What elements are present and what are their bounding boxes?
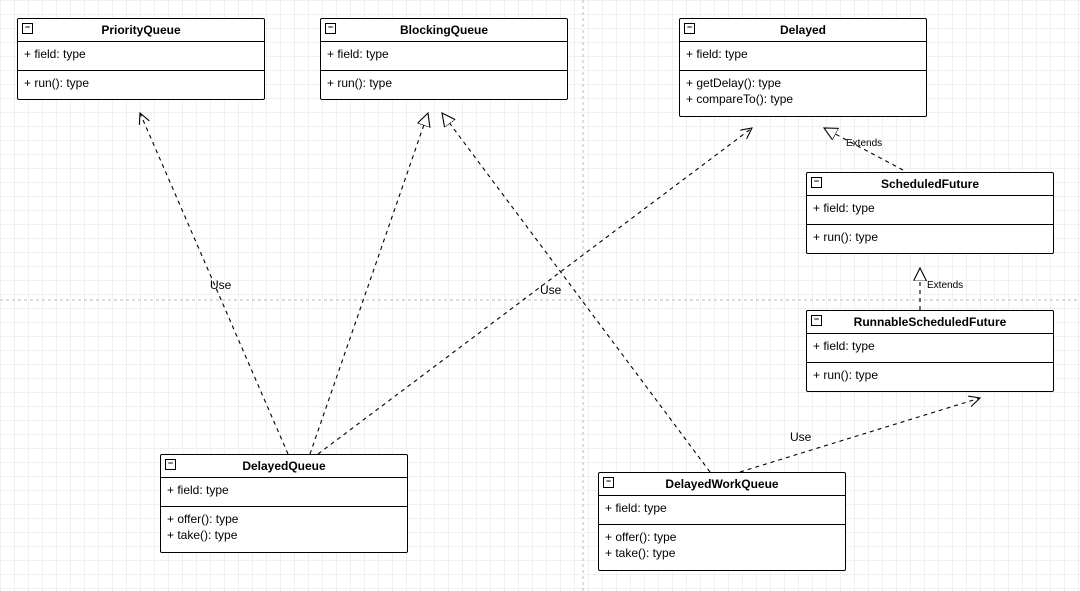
method: + take(): type bbox=[167, 527, 401, 543]
class-title: − RunnableScheduledFuture bbox=[807, 311, 1053, 334]
class-title: − BlockingQueue bbox=[321, 19, 567, 42]
method: + run(): type bbox=[24, 75, 258, 91]
rel-scheduledfuture-delayed bbox=[824, 128, 903, 170]
method: + offer(): type bbox=[167, 511, 401, 527]
collapse-icon[interactable]: − bbox=[603, 477, 614, 488]
class-scheduledfuture[interactable]: − ScheduledFuture + field: type + run():… bbox=[806, 172, 1054, 254]
rel-label-use-3: Use bbox=[790, 430, 811, 444]
method: + run(): type bbox=[327, 75, 561, 91]
class-delayedworkqueue[interactable]: − DelayedWorkQueue + field: type + offer… bbox=[598, 472, 846, 571]
field: + field: type bbox=[167, 482, 401, 498]
class-name: ScheduledFuture bbox=[881, 177, 979, 191]
field: + field: type bbox=[686, 46, 920, 62]
field: + field: type bbox=[813, 338, 1047, 354]
rel-label-extends-1: Extends bbox=[846, 138, 882, 149]
method: + run(): type bbox=[813, 229, 1047, 245]
method: + offer(): type bbox=[605, 529, 839, 545]
class-delayedqueue[interactable]: − DelayedQueue + field: type + offer(): … bbox=[160, 454, 408, 553]
field: + field: type bbox=[24, 46, 258, 62]
rel-delayedworkqueue-blockingqueue bbox=[442, 113, 710, 472]
collapse-icon[interactable]: − bbox=[22, 23, 33, 34]
field: + field: type bbox=[327, 46, 561, 62]
field: + field: type bbox=[605, 500, 839, 516]
rel-delayedqueue-blockingqueue bbox=[310, 113, 428, 454]
rel-delayedqueue-delayed bbox=[318, 128, 752, 454]
collapse-icon[interactable]: − bbox=[165, 459, 176, 470]
method: + take(): type bbox=[605, 545, 839, 561]
class-name: BlockingQueue bbox=[400, 23, 488, 37]
class-runnablescheduledfuture[interactable]: − RunnableScheduledFuture + field: type … bbox=[806, 310, 1054, 392]
field: + field: type bbox=[813, 200, 1047, 216]
rel-label-use-1: Use bbox=[210, 278, 231, 292]
class-blockingqueue[interactable]: − BlockingQueue + field: type + run(): t… bbox=[320, 18, 568, 100]
class-title: − DelayedWorkQueue bbox=[599, 473, 845, 496]
method: + getDelay(): type bbox=[686, 75, 920, 91]
class-name: PriorityQueue bbox=[101, 23, 180, 37]
collapse-icon[interactable]: − bbox=[684, 23, 695, 34]
class-title: − ScheduledFuture bbox=[807, 173, 1053, 196]
rel-label-use-2: Use bbox=[540, 283, 561, 297]
class-name: RunnableScheduledFuture bbox=[854, 315, 1007, 329]
class-delayed[interactable]: − Delayed + field: type + getDelay(): ty… bbox=[679, 18, 927, 117]
rel-delayedworkqueue-rsf bbox=[740, 398, 980, 472]
class-name: DelayedQueue bbox=[242, 459, 325, 473]
collapse-icon[interactable]: − bbox=[325, 23, 336, 34]
class-title: − PriorityQueue bbox=[18, 19, 264, 42]
class-title: − DelayedQueue bbox=[161, 455, 407, 478]
class-name: DelayedWorkQueue bbox=[665, 477, 778, 491]
collapse-icon[interactable]: − bbox=[811, 315, 822, 326]
class-name: Delayed bbox=[780, 23, 826, 37]
class-title: − Delayed bbox=[680, 19, 926, 42]
class-priorityqueue[interactable]: − PriorityQueue + field: type + run(): t… bbox=[17, 18, 265, 100]
method: + run(): type bbox=[813, 367, 1047, 383]
method: + compareTo(): type bbox=[686, 91, 920, 107]
collapse-icon[interactable]: − bbox=[811, 177, 822, 188]
rel-label-extends-2: Extends bbox=[927, 280, 963, 291]
